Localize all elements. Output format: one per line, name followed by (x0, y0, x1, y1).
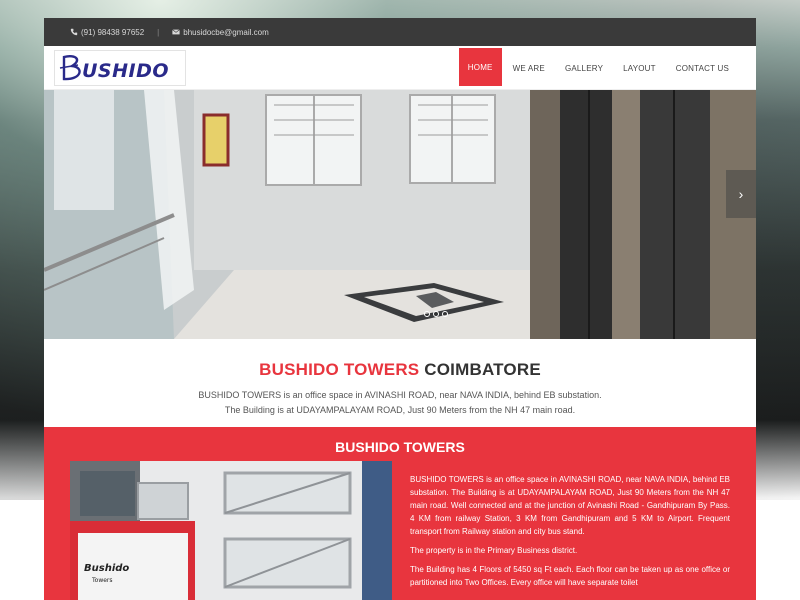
intro-title: BUSHIDO TOWERS COIMBATORE (44, 360, 756, 380)
main-nav: HOME WE ARE GALLERY LAYOUT CONTACT US (457, 46, 738, 90)
contact-separator: | (157, 27, 160, 37)
email-address: bhusidocbe@gmail.com (183, 27, 269, 37)
phone-contact[interactable]: (91) 98438 97652 (70, 28, 144, 37)
intro-text: BUSHIDO TOWERS is an office space in AVI… (44, 388, 756, 418)
towers-section: BUSHIDO TOWERS Bushido Towers BUSHIDO TO… (44, 427, 756, 600)
phone-number: (91) 98438 97652 (81, 27, 145, 37)
lobby-photo (44, 90, 756, 339)
slide-dot[interactable] (424, 311, 430, 317)
slider-next-arrow[interactable]: › (726, 170, 756, 218)
top-contact-bar: (91) 98438 97652 | bhusidocbe@gmail.com (44, 18, 756, 46)
slide-dot[interactable] (433, 311, 439, 317)
intro-line-1: BUSHIDO TOWERS is an office space in AVI… (198, 390, 602, 400)
logo-graphic: USHIDO (59, 55, 169, 82)
description-paragraph-1: BUSHIDO TOWERS is an office space in AVI… (410, 475, 730, 536)
nav-layout[interactable]: LAYOUT (614, 46, 665, 90)
photo-sign-text: Bushido (84, 563, 129, 574)
description-paragraph-2: The property is in the Primary Business … (410, 546, 578, 555)
bushido-logo[interactable]: USHIDO (54, 50, 186, 86)
nav-contact-us[interactable]: CONTACT US (667, 46, 738, 90)
page-container: (91) 98438 97652 | bhusidocbe@gmail.com … (44, 18, 756, 600)
towers-description: BUSHIDO TOWERS is an office space in AVI… (410, 473, 730, 595)
building-image: Bushido Towers (70, 461, 392, 600)
intro-title-highlight: BUSHIDO TOWERS (259, 360, 420, 379)
email-contact[interactable]: bhusidocbe@gmail.com (172, 28, 269, 37)
svg-text:USHIDO: USHIDO (82, 60, 169, 82)
photo-sign-subtext: Towers (91, 577, 113, 584)
phone-icon (70, 28, 78, 36)
nav-home[interactable]: HOME (458, 48, 502, 86)
slider-pagination (424, 311, 448, 317)
hero-slider: › (44, 90, 756, 339)
intro-section: BUSHIDO TOWERS COIMBATORE BUSHIDO TOWERS… (44, 339, 756, 427)
nav-gallery[interactable]: GALLERY (556, 46, 612, 90)
description-paragraph-3: The Building has 4 Floors of 5450 sq Ft … (410, 565, 730, 587)
building-photo: Bushido Towers (70, 461, 392, 600)
nav-we-are[interactable]: WE ARE (504, 46, 554, 90)
slide-dot[interactable] (442, 311, 448, 317)
towers-heading: BUSHIDO TOWERS (335, 439, 465, 455)
intro-title-city: COIMBATORE (424, 360, 541, 379)
envelope-icon (172, 29, 181, 35)
intro-line-2: The Building is at UDAYAMPALAYAM ROAD, J… (224, 405, 576, 415)
chevron-right-icon: › (738, 186, 744, 202)
site-header: USHIDO HOME WE ARE GALLERY LAYOUT CONTAC… (44, 46, 756, 90)
